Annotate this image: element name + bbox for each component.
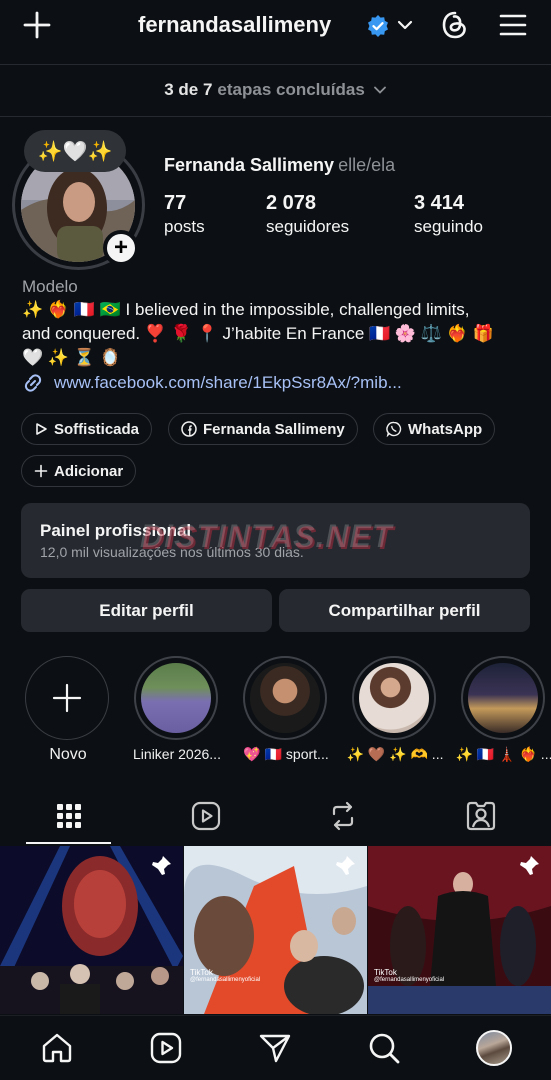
reels-icon[interactable] (149, 1031, 183, 1065)
post-thumbnail[interactable]: TikTok @fernandasallimenyoficial (184, 846, 367, 1014)
profile-bio: ✨ ❤️‍🔥 🇫🇷 🇧🇷 I believed in the impossibl… (22, 298, 537, 370)
highlight-ring (461, 656, 545, 740)
highlight-ring (25, 656, 109, 740)
link-text: www.facebook.com/share/1EkpSsr8Ax/?mib..… (54, 373, 402, 392)
plus-icon (34, 464, 48, 478)
send-message-icon[interactable] (258, 1031, 292, 1065)
stat-label: posts (164, 217, 205, 236)
bio-line: ✨ ❤️‍🔥 🇫🇷 🇧🇷 I believed in the impossibl… (22, 300, 470, 319)
home-icon[interactable] (40, 1031, 74, 1065)
link-icon (24, 374, 42, 392)
pronouns: elle/ela (338, 155, 396, 175)
highlight-cover (250, 663, 320, 733)
bio-line: 🤍 ✨ ⏳ 🪞 (22, 348, 121, 367)
tiktok-handle: @fernandasallimenyoficial (190, 977, 261, 983)
highlight-label: Liniker 2026... (133, 746, 221, 762)
steps-count: 3 de 7 (164, 80, 213, 99)
tiktok-watermark: TikTok (190, 968, 213, 977)
highlight-cover (359, 663, 429, 733)
stat-posts[interactable]: 77 posts (164, 192, 205, 237)
plus-icon (52, 683, 82, 713)
top-bar: fernandasallimeny (0, 0, 551, 64)
highlight-label: ✨ 🤎 ✨ 🫶 ... (346, 746, 444, 762)
facebook-icon (181, 421, 197, 437)
chip-soffisticada[interactable]: Soffisticada (21, 413, 153, 445)
bottom-navigation (0, 1015, 551, 1080)
highlight-item[interactable]: 💖 🇫🇷 sport... (243, 656, 329, 762)
grid-icon[interactable] (53, 800, 85, 832)
highlight-ring (134, 656, 218, 740)
stat-value: 77 (164, 192, 187, 214)
chip-whatsapp[interactable]: WhatsApp (373, 413, 496, 445)
add-story-button[interactable]: + (103, 230, 139, 266)
chip-label: Fernanda Sallimeny (203, 420, 345, 438)
profile-category: Modelo (22, 277, 78, 296)
verified-badge-icon (368, 15, 388, 37)
highlight-cover (468, 663, 538, 733)
profile-link[interactable]: www.facebook.com/share/1EkpSsr8Ax/?mib..… (22, 372, 402, 394)
chevron-down-icon[interactable] (396, 16, 414, 34)
create-plus-icon[interactable] (22, 10, 52, 40)
chip-label: Adicionar (54, 462, 124, 480)
watermark: DISTINTAS.NET (140, 518, 393, 554)
profile-note[interactable]: ✨🤍✨ (24, 130, 126, 172)
username-switcher[interactable]: fernandasallimeny (138, 12, 331, 38)
bio-line: and conquered. ❣️ 🌹 📍 J’habite En France… (22, 324, 494, 343)
highlight-item[interactable]: ✨ 🤎 ✨ 🫶 ... (347, 656, 443, 762)
divider (0, 64, 551, 65)
whatsapp-icon (386, 421, 402, 437)
chip-facebook[interactable]: Fernanda Sallimeny (168, 413, 358, 445)
highlight-label: 💖 🇫🇷 sport... (243, 746, 329, 762)
share-profile-button[interactable]: Compartilhar perfil (279, 589, 530, 632)
stat-value: 3 414 (414, 192, 465, 214)
highlight-new[interactable]: Novo (25, 656, 111, 763)
tiktok-handle: @fernandasallimenyoficial (374, 977, 445, 983)
profile-tab-avatar[interactable] (476, 1030, 512, 1066)
reposts-icon[interactable] (327, 800, 359, 832)
reels-icon[interactable] (190, 800, 222, 832)
edit-profile-button[interactable]: Editar perfil (21, 589, 272, 632)
chip-add[interactable]: Adicionar (21, 455, 137, 487)
pin-icon (520, 856, 539, 875)
stat-label: seguidores (266, 217, 350, 236)
chip-label: WhatsApp (408, 420, 483, 438)
highlight-label: Novo (49, 746, 87, 763)
onboarding-steps[interactable]: 3 de 7 etapas concluídas (0, 66, 551, 114)
post-thumbnail[interactable]: TikTok @fernandasallimenyoficial (368, 846, 551, 1014)
steps-text: etapas concluídas (217, 80, 365, 99)
stat-followers[interactable]: 2 078 seguidores (266, 192, 349, 237)
stat-label: seguindo (414, 217, 484, 236)
post-thumbnail[interactable] (0, 846, 183, 1014)
chip-label: Soffisticada (54, 420, 140, 438)
menu-hamburger-icon[interactable] (498, 12, 528, 38)
divider (0, 116, 551, 117)
profile-tabs (0, 792, 551, 844)
profile-full-name: Fernanda Sallimeny elle/ela (164, 155, 395, 176)
pin-icon (336, 856, 355, 875)
chevron-down-icon (373, 86, 386, 94)
threads-icon[interactable] (440, 10, 470, 40)
full-name-text: Fernanda Sallimeny (164, 155, 335, 175)
tagged-icon[interactable] (465, 800, 497, 832)
highlight-ring (243, 656, 327, 740)
search-icon[interactable] (367, 1031, 401, 1065)
highlight-item[interactable]: ✨ 🇫🇷 🗼 ❤️‍🔥 ... (456, 656, 551, 762)
stat-following[interactable]: 3 414 seguindo (414, 192, 483, 237)
highlight-cover (141, 663, 211, 733)
stat-value: 2 078 (266, 192, 317, 214)
highlight-item[interactable]: Liniker 2026... (133, 656, 221, 762)
pin-icon (152, 856, 171, 875)
tiktok-watermark: TikTok (374, 968, 397, 977)
active-tab-indicator (26, 842, 111, 844)
highlight-label: ✨ 🇫🇷 🗼 ❤️‍🔥 ... (455, 746, 551, 762)
highlight-ring (352, 656, 436, 740)
play-icon (36, 423, 47, 435)
